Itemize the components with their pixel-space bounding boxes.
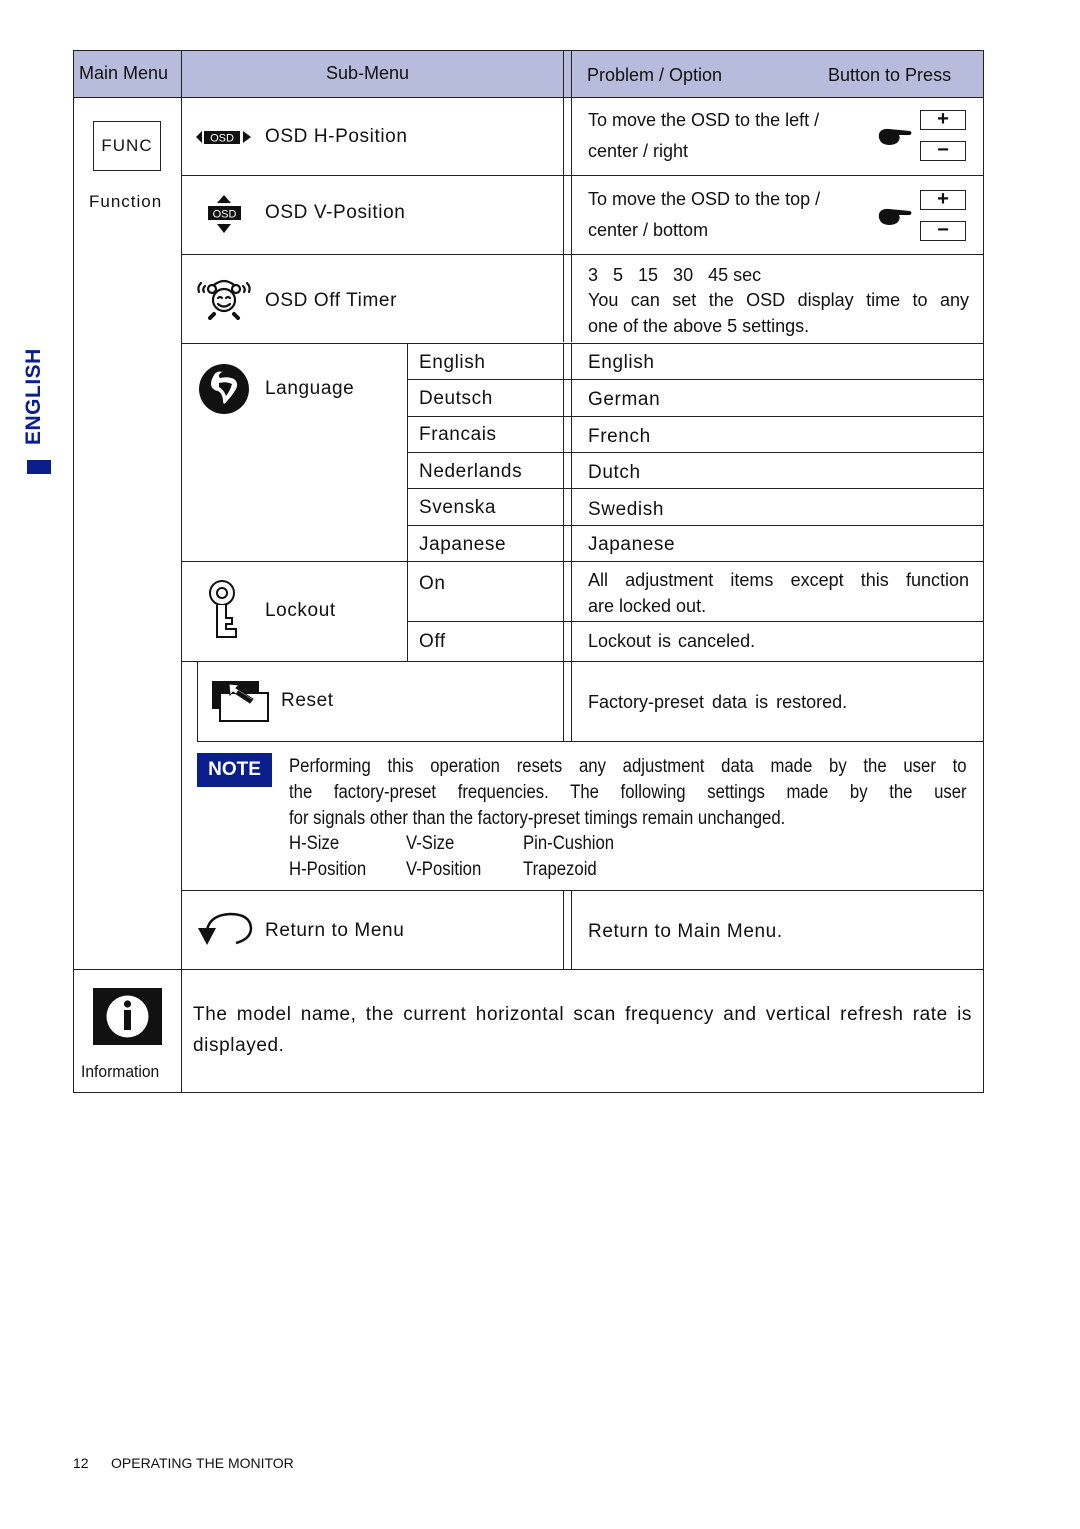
- svg-text:OSD: OSD: [213, 209, 237, 221]
- osd-h-position-desc-line1: To move the OSD to the left /: [588, 110, 820, 130]
- lockout-on-desc-line1: All adjustment items except this functio…: [588, 570, 969, 590]
- note-setting: H-Position: [289, 859, 367, 880]
- alarm-clock-icon: [193, 278, 255, 325]
- header-main-menu: Main Menu: [79, 63, 169, 83]
- information-desc-line1: The model name, the current horizontal s…: [193, 1004, 972, 1025]
- note-text-line3: for signals other than the factory-prese…: [289, 808, 786, 829]
- lockout-off-desc: Lockout is canceled.: [588, 631, 756, 651]
- info-icon: [93, 988, 162, 1050]
- language-result-japanese: Japanese: [588, 534, 676, 555]
- off-timer-desc-line2: one of the above 5 settings.: [588, 316, 810, 336]
- osd-off-timer-label: OSD Off Timer: [265, 290, 398, 311]
- note-text-line1: Performing this operation resets any adj…: [289, 756, 967, 777]
- language-option-nederlands[interactable]: Nederlands: [419, 461, 522, 483]
- off-timer-desc-line1: You can set the OSD display time to any: [588, 290, 969, 310]
- off-timer-values: 3 5 15 30 45 sec: [588, 265, 762, 285]
- osd-v-position-desc-line1: To move the OSD to the top /: [588, 189, 821, 209]
- osd-v-position-label: OSD V-Position: [265, 202, 406, 223]
- func-icon: FUNC: [93, 121, 161, 171]
- header-problem-option: Problem / Option: [587, 65, 723, 85]
- note-setting: V-Size: [406, 833, 455, 854]
- note-setting: Trapezoid: [523, 859, 597, 880]
- return-arrow-icon: [196, 911, 254, 954]
- footer-section-title: OPERATING THE MONITOR: [111, 1455, 294, 1471]
- plus-button[interactable]: +: [920, 189, 966, 210]
- language-result-french: French: [588, 426, 651, 447]
- osd-h-position-desc-line2: center / right: [588, 141, 689, 161]
- reset-label: Reset: [281, 690, 334, 711]
- osd-h-position-icon: OSD: [196, 129, 252, 145]
- function-caption: Function: [89, 192, 163, 211]
- note-setting: H-Size: [289, 833, 340, 854]
- osd-h-position-label: OSD H-Position: [265, 126, 408, 147]
- minus-button[interactable]: −: [920, 220, 966, 241]
- note-setting: V-Position: [406, 859, 482, 880]
- language-label: Language: [265, 378, 355, 399]
- lockout-option-on[interactable]: On: [419, 573, 446, 595]
- information-caption: Information: [81, 1062, 160, 1081]
- osd-v-position-desc-line2: center / bottom: [588, 220, 709, 240]
- language-result-english: English: [588, 352, 655, 373]
- information-desc-line2: displayed.: [193, 1035, 285, 1056]
- pointing-hand-icon: [877, 125, 913, 152]
- key-icon: [207, 580, 239, 645]
- osd-v-position-icon: OSD: [206, 194, 242, 234]
- note-text-line2: the factory-preset frequencies. The foll…: [289, 782, 967, 803]
- language-option-svenska[interactable]: Svenska: [419, 497, 496, 519]
- note-setting: Pin-Cushion: [523, 833, 615, 854]
- reset-icon: [211, 680, 269, 727]
- return-to-menu-desc: Return to Main Menu.: [588, 921, 783, 942]
- lockout-on-desc-line2: are locked out.: [588, 596, 707, 616]
- lockout-label: Lockout: [265, 600, 336, 621]
- header-sub-menu: Sub-Menu: [326, 63, 410, 83]
- language-option-francais[interactable]: Francais: [419, 424, 497, 446]
- language-side-tab-label: ENGLISH: [22, 348, 45, 445]
- return-to-menu-label: Return to Menu: [265, 920, 405, 941]
- note-badge: NOTE: [197, 753, 272, 787]
- reset-desc: Factory-preset data is restored.: [588, 692, 848, 712]
- plus-button[interactable]: +: [920, 109, 966, 130]
- pointing-hand-icon: [877, 205, 913, 232]
- page-number: 12: [73, 1455, 89, 1471]
- language-result-german: German: [588, 389, 661, 410]
- language-result-swedish: Swedish: [588, 499, 665, 520]
- minus-button[interactable]: −: [920, 140, 966, 161]
- globe-icon: [198, 363, 250, 420]
- lockout-option-off[interactable]: Off: [419, 631, 446, 653]
- language-side-tab-marker: [27, 460, 51, 474]
- svg-text:OSD: OSD: [210, 133, 234, 145]
- language-option-english[interactable]: English: [419, 352, 486, 374]
- language-result-dutch: Dutch: [588, 462, 641, 483]
- header-button-to-press: Button to Press: [828, 65, 952, 85]
- language-option-deutsch[interactable]: Deutsch: [419, 388, 493, 410]
- language-option-japanese[interactable]: Japanese: [419, 534, 506, 556]
